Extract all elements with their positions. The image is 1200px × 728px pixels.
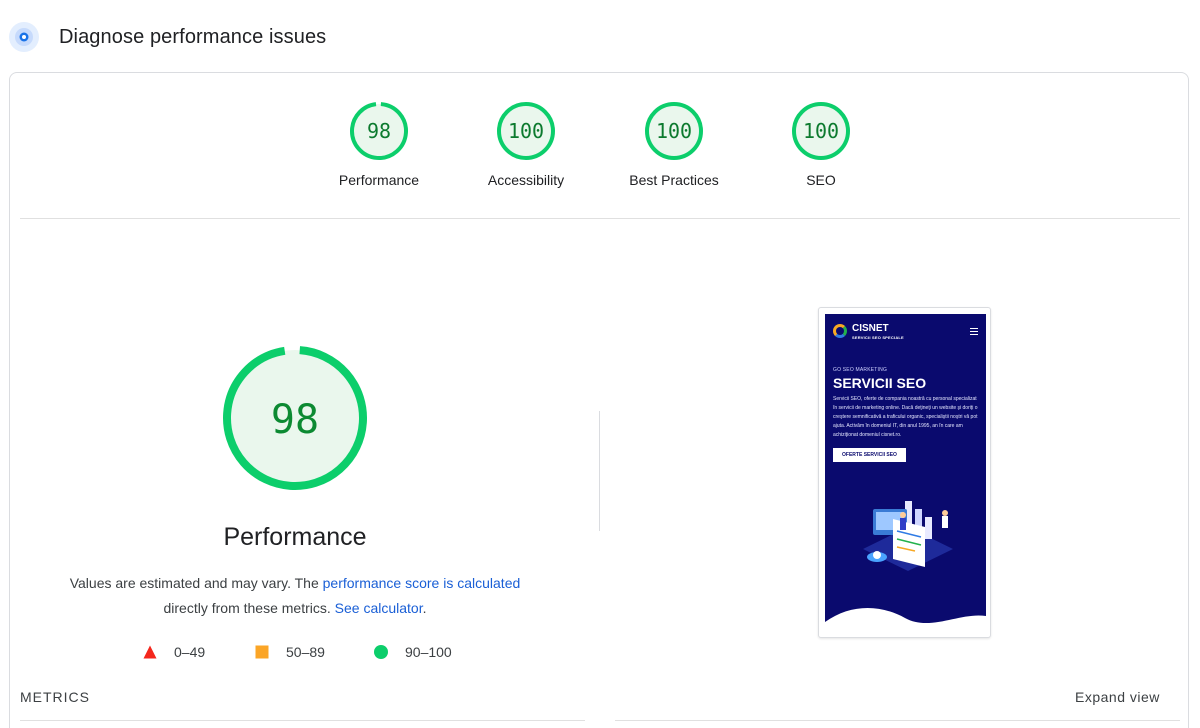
wave-shape — [825, 608, 986, 632]
page-screenshot: CISNET SERVICII SEO SPECIALE GO SEO MARK… — [825, 314, 986, 632]
diagnose-target-icon — [8, 21, 40, 53]
hero-kicker: GO SEO MARKETING — [833, 367, 888, 373]
expand-view-button[interactable]: Expand view — [1075, 689, 1160, 705]
section-header: Diagnose performance issues — [0, 0, 1200, 72]
legend-pass: 90–100 — [374, 643, 452, 661]
seo-illustration-image — [863, 501, 953, 571]
gauge-label: Accessibility — [487, 172, 565, 188]
category-gauges: 98 Performance 100 Accessibility 100 Bes… — [10, 73, 1190, 219]
section-title: Diagnose performance issues — [59, 26, 327, 48]
description-text: . — [422, 600, 427, 616]
legend-average: 50–89 — [255, 643, 325, 661]
gauge-accessibility[interactable]: 100 Accessibility — [456, 101, 596, 188]
legend-fail: 0–49 — [143, 643, 205, 661]
divider — [20, 720, 585, 721]
performance-description: Values are estimated and may vary. The p… — [50, 571, 540, 621]
gauge-ring: 100 — [497, 102, 555, 160]
gauge-ring: 100 — [792, 102, 850, 160]
gauge-score: 100 — [803, 119, 839, 143]
legend-range: 90–100 — [405, 644, 452, 660]
gauge-score: 98 — [367, 119, 391, 143]
gauge-performance[interactable]: 98 Performance — [309, 101, 449, 188]
hero-button: OFERTE SERVICII SEO — [833, 448, 906, 462]
red-triangle-icon — [143, 645, 157, 659]
performance-title: Performance — [223, 523, 367, 551]
gauge-label: Performance — [338, 172, 420, 188]
description-text: Values are estimated and may vary. The — [69, 575, 323, 591]
gauge-label: Best Practices — [629, 172, 719, 188]
gauge-label: SEO — [806, 172, 836, 188]
divider — [20, 218, 1180, 219]
gauge-ring: 100 — [645, 102, 703, 160]
orange-square-icon — [255, 645, 269, 659]
performance-big-gauge: 98 — [220, 343, 370, 493]
see-calculator-link[interactable]: See calculator — [335, 600, 423, 616]
vertical-divider — [599, 411, 600, 531]
performance-score: 98 — [271, 397, 319, 443]
gauge-score: 100 — [508, 119, 544, 143]
final-screenshot[interactable]: CISNET SERVICII SEO SPECIALE GO SEO MARK… — [818, 307, 991, 638]
green-circle-icon — [374, 645, 388, 659]
gauge-score: 100 — [656, 119, 692, 143]
logo-icon — [833, 324, 847, 338]
metrics-heading: METRICS — [20, 689, 90, 705]
site-logo-name: CISNET — [852, 323, 889, 334]
divider — [615, 720, 1180, 721]
score-calculated-link[interactable]: performance score is calculated — [323, 575, 521, 591]
hamburger-menu-icon — [970, 328, 978, 335]
legend-range: 50–89 — [286, 644, 325, 660]
description-text: directly from these metrics. — [163, 600, 335, 616]
hero-text: Servicii SEO, oferte de compania noastră… — [833, 396, 978, 438]
legend-range: 0–49 — [174, 644, 206, 660]
gauge-seo[interactable]: 100 SEO — [751, 101, 891, 188]
site-logo-tagline: SERVICII SEO SPECIALE — [852, 335, 904, 340]
gauge-ring: 98 — [350, 102, 408, 160]
hero-title: SERVICII SEO — [833, 375, 927, 391]
report-card: 98 Performance 100 Accessibility 100 Bes… — [9, 72, 1189, 728]
gauge-best-practices[interactable]: 100 Best Practices — [604, 101, 744, 188]
